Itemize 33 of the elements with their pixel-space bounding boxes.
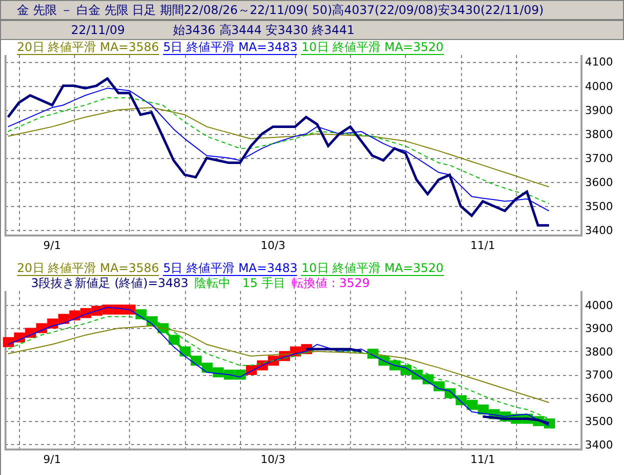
legend-label: 5日 終値平滑 MA=3483	[163, 262, 298, 276]
legend-label: 20日 終値平滑 MA=3586	[17, 262, 160, 276]
axis-label: 3600	[585, 392, 613, 405]
axis-label: 11/1	[470, 453, 496, 466]
axis-label: 3800	[585, 128, 613, 141]
window-title: 金 先限 － 白金 先限 日足 期間22/08/26～22/11/09( 50)高4037(22/09/08)安3430(22/11/09)	[17, 2, 544, 18]
axis-label: 3900	[585, 322, 613, 336]
axis-label: 3500	[585, 200, 613, 214]
axis-label: 10/3	[260, 453, 286, 466]
axis-label: 9/1	[43, 453, 62, 466]
axis-label: 11/1	[470, 239, 496, 252]
axis-label: 3800	[585, 345, 613, 358]
axis-label: 10/3	[260, 239, 286, 252]
axis-label: 3700	[585, 152, 613, 165]
axis-label: 9/1	[43, 239, 62, 252]
date-label: 22/11/09	[71, 23, 125, 37]
axis-label: 3900	[585, 104, 613, 117]
status-label: 3段抜き新値足 (終値)=3483	[31, 275, 188, 292]
legend-label: 10日 終値平滑 MA=3520	[301, 41, 444, 55]
status-label: 転換値 : 3529	[292, 275, 370, 292]
legend-label: 20日 終値平滑 MA=3586	[17, 41, 160, 55]
axis-label: 3600	[585, 176, 613, 190]
axis-label: 3500	[585, 415, 613, 428]
axis-label: 4100	[585, 56, 613, 69]
axis-label: 3400	[585, 438, 613, 452]
legend-label: 5日 終値平滑 MA=3483	[163, 41, 298, 55]
status-label: 陰転中 15 手目	[194, 275, 286, 292]
axis-label: 3700	[585, 368, 613, 382]
price-summary: 始3436 高3444 安3430 終3441	[172, 22, 355, 38]
legend-label: 10日 終値平滑 MA=3520	[301, 262, 444, 276]
axis-label: 3400	[585, 224, 613, 238]
axis-label: 4000	[585, 80, 613, 93]
axis-label: 4000	[585, 298, 613, 312]
